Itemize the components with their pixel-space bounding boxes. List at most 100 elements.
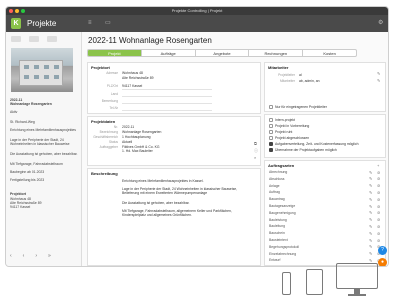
sidebar-back-button[interactable] (11, 36, 21, 42)
option-checkbox[interactable]: Übernahme der Projektaufgaben möglich (269, 148, 337, 153)
sidebar-note: Baubeginn ab 01.2023 (10, 170, 45, 174)
zoom-window-button[interactable] (21, 9, 25, 13)
option-checkbox[interactable]: Projekt abgeschlossen (269, 136, 309, 141)
mitarbeiter-title: Mitarbeiter (268, 65, 289, 70)
first-page-button[interactable]: ‹ (10, 253, 12, 259)
client-contact-field[interactable]: 1. Hd. Max Bauleiter (122, 149, 153, 153)
description-text[interactable]: Lage in der Peripherie der Stadt, 24 Woh… (122, 187, 252, 195)
delete-icon[interactable]: ⊘ (377, 176, 380, 181)
edit-icon[interactable]: ✎ (369, 176, 372, 181)
remark-field[interactable] (122, 103, 212, 104)
window-title: Projekte Controlling | Projekt (171, 8, 223, 13)
order-type-row[interactable]: Abrechnung (269, 170, 287, 174)
settings-icon[interactable]: ⚙ (378, 19, 383, 28)
field-label: Auftraggeber (99, 145, 118, 149)
order-type-row[interactable]: Abschluss (269, 177, 284, 181)
order-type-row[interactable]: Baugenehmigung (269, 211, 296, 215)
chat-fab[interactable]: ● (378, 258, 387, 266)
sidebar-new-button[interactable] (47, 36, 57, 42)
address-field[interactable]: Wohnhaus 48 (122, 71, 143, 75)
sidebar-list-button[interactable] (29, 36, 39, 42)
close-window-button[interactable] (9, 9, 13, 13)
auftragsarten-title: Auftragsarten (268, 163, 295, 168)
minimize-window-button[interactable] (15, 9, 19, 13)
plz-city-field[interactable]: 94117 Kassel (122, 84, 142, 88)
edit-icon[interactable]: ✎ (369, 251, 372, 256)
delete-icon[interactable]: ⊘ (377, 197, 380, 202)
lead-only-checkbox[interactable]: Nur für eingetragenen Projektleiter (269, 105, 327, 110)
order-type-row[interactable]: Bauantrag (269, 197, 285, 201)
edit-icon[interactable]: ✎ (369, 204, 372, 209)
tab-projekt[interactable]: Projekt (88, 50, 142, 56)
country-field[interactable] (122, 96, 212, 97)
edit-icon[interactable]: ✎ (369, 190, 372, 195)
order-type-row[interactable]: Auftrag (269, 190, 280, 194)
street-field[interactable]: Alte Reichsstraße 89 (122, 76, 153, 80)
edit-icon[interactable]: ✎ (369, 217, 372, 222)
delete-icon[interactable]: ⊘ (377, 224, 380, 229)
edit-icon[interactable]: ✎ (369, 244, 372, 249)
edit-icon[interactable]: ✎ (369, 224, 372, 229)
option-checkbox[interactable]: Aufgabenverteilung, Zeit- und Kostenerfa… (269, 142, 359, 147)
next-page-button[interactable]: › (35, 253, 37, 259)
delete-icon[interactable]: ⊘ (377, 170, 380, 175)
business-area-field[interactable]: 1 Hochbauplanung (122, 135, 150, 139)
sidebar-note: Die Ausstattung ist gehoben, aber bezahl… (10, 152, 78, 156)
employees-field[interactable]: ab, admin, an (299, 79, 320, 83)
main-content: 2022-11 Wohnanlage Rosengarten Projekt A… (82, 32, 388, 266)
add-icon[interactable]: + (377, 163, 379, 168)
prev-page-button[interactable]: ‹ (23, 253, 25, 259)
description-text[interactable]: Errichtung eines Mehrfamilienhausprojekt… (122, 179, 252, 183)
edit-icon[interactable]: ✎ (369, 210, 372, 215)
tab-kosten[interactable]: Kosten (303, 50, 356, 56)
edit-icon[interactable]: ✎ (369, 238, 372, 243)
order-type-row[interactable]: Bauleitung (269, 224, 285, 228)
edit-icon[interactable]: ✎ (369, 170, 372, 175)
projektdaten-title: Projektdaten (91, 119, 116, 124)
order-type-row[interactable]: Bauleistung (269, 218, 287, 222)
menu-icon[interactable]: ≡ (88, 19, 92, 28)
delete-icon[interactable]: ⊘ (377, 217, 380, 222)
edit-icon[interactable]: ✎ (369, 197, 372, 202)
delete-icon[interactable]: ⊘ (377, 190, 380, 195)
status-field[interactable]: Aktuell (122, 140, 132, 144)
divider (122, 89, 212, 90)
option-checkbox[interactable]: Intern-projekt (269, 118, 295, 123)
edit-icon[interactable]: ✎ (369, 183, 372, 188)
calendar-icon[interactable]: ▭ (105, 19, 111, 28)
order-type-row[interactable]: Entwurf (269, 258, 281, 262)
edit-icon[interactable]: ✎ (369, 231, 372, 236)
tab-angebote[interactable]: Angebote (196, 50, 250, 56)
designation-field[interactable]: Wohnanlage Rosengarten (122, 130, 161, 134)
option-checkbox[interactable]: Projekt in Vorbereitung (269, 124, 309, 129)
field-label: Tel-Nr (109, 106, 119, 110)
description-text[interactable]: Mit Tiefgarage, Fahrradabstellraum, allg… (122, 209, 252, 217)
tab-auftraege[interactable]: Aufträge (142, 50, 196, 56)
edit-icon[interactable]: ✎ (377, 71, 380, 76)
info-icon[interactable]: ⓘ (254, 148, 258, 154)
option-checkbox[interactable]: Projekt ruht (269, 130, 292, 135)
order-type-row[interactable]: Bauschein (269, 231, 285, 235)
delete-icon[interactable]: ⊘ (377, 183, 380, 188)
order-type-row[interactable]: Begehungsprotokoll (269, 245, 299, 249)
edit-icon[interactable]: ✎ (377, 78, 380, 83)
help-fab[interactable]: ? (378, 246, 387, 255)
search-icon[interactable]: ⌕ (254, 155, 256, 160)
project-lead-field[interactable]: al (299, 73, 302, 77)
order-type-row[interactable]: Bausteintext (269, 238, 288, 242)
beschreibung-panel: Beschreibung Errichtung eines Mehrfamili… (87, 168, 261, 266)
delete-icon[interactable]: ⊘ (377, 238, 380, 243)
phone-field[interactable] (122, 110, 212, 111)
projektort-title: Projektort (91, 65, 110, 70)
copy-icon[interactable]: ⧉ (254, 141, 257, 146)
order-type-row[interactable]: Bautagesanzeige (269, 204, 295, 208)
project-number-field[interactable]: 2022-11 (122, 125, 134, 129)
delete-icon[interactable]: ⊘ (377, 210, 380, 215)
order-type-row[interactable]: Anlage (269, 184, 280, 188)
order-type-row[interactable]: Einzelabrechnung (269, 252, 296, 256)
last-page-button[interactable]: » (48, 253, 51, 259)
delete-icon[interactable]: ⊘ (377, 204, 380, 209)
description-text[interactable]: Die Ausstattung ist gehoben, aber bezahl… (122, 201, 252, 205)
delete-icon[interactable]: ⊘ (377, 231, 380, 236)
tab-rechnungen[interactable]: Rechnungen (249, 50, 304, 56)
